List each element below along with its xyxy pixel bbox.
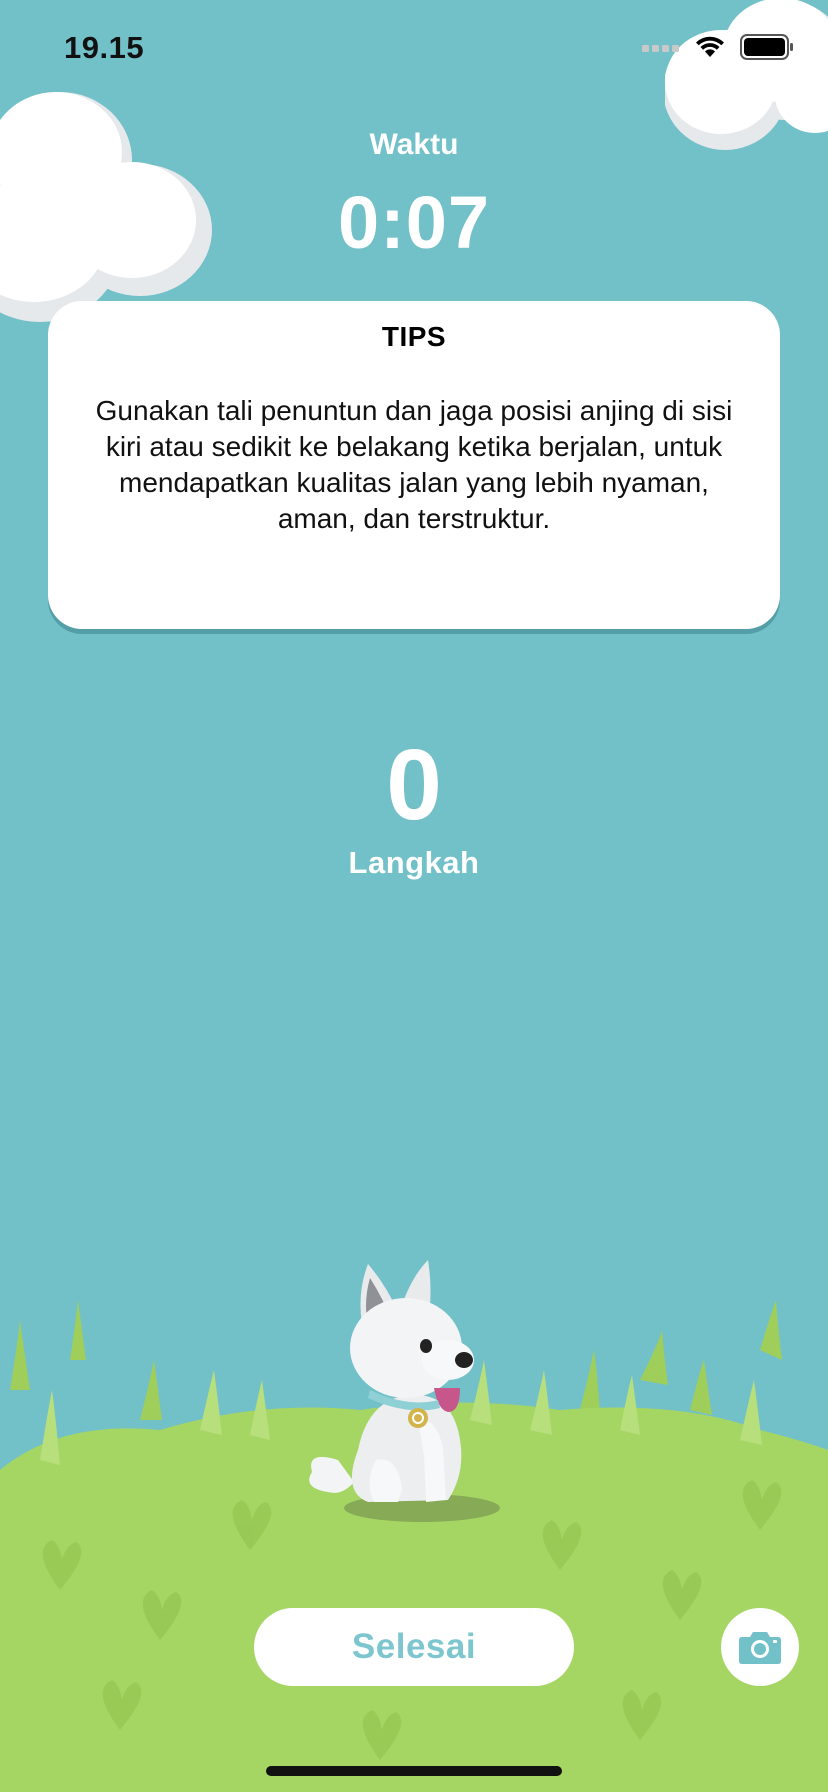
finish-button[interactable]: Selesai <box>254 1608 574 1686</box>
status-time: 19.15 <box>64 30 145 65</box>
camera-icon <box>739 1632 781 1664</box>
tips-card: TIPS Gunakan tali penuntun dan jaga posi… <box>48 301 780 629</box>
tips-title: TIPS <box>381 321 447 352</box>
wifi-icon <box>696 36 724 57</box>
cellular-signal-icon <box>642 45 679 52</box>
status-icons <box>642 34 794 60</box>
camera-button[interactable] <box>721 1608 799 1686</box>
timer-label: Waktu <box>369 128 459 161</box>
steps-label: Langkah <box>348 845 480 880</box>
home-indicator <box>266 1766 562 1776</box>
dog-illustration <box>309 1260 500 1522</box>
steps-count: 0 <box>386 729 442 841</box>
battery-icon <box>740 34 793 60</box>
timer-value: 0:07 <box>337 181 491 264</box>
tips-body: Gunakan tali penuntun dan jaga posisi an… <box>95 395 733 534</box>
